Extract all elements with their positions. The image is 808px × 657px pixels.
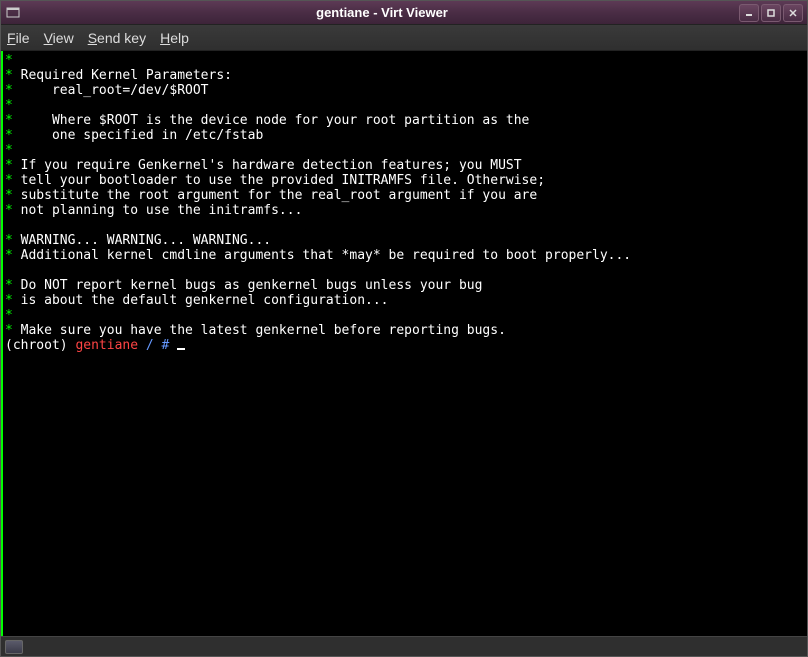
menu-help[interactable]: Help: [160, 30, 189, 46]
close-button[interactable]: [783, 4, 803, 22]
menubar: File View Send key Help: [1, 25, 807, 51]
menu-sendkey[interactable]: Send key: [88, 30, 146, 46]
maximize-button[interactable]: [761, 4, 781, 22]
terminal-output[interactable]: * * Required Kernel Parameters: * real_r…: [1, 51, 807, 636]
minimize-button[interactable]: [739, 4, 759, 22]
menu-view[interactable]: View: [44, 30, 74, 46]
window-title: gentiane - Virt Viewer: [25, 5, 739, 20]
statusbar-indicator: [5, 640, 23, 654]
window-controls: [739, 4, 803, 22]
statusbar: [1, 636, 807, 656]
virt-viewer-window: gentiane - Virt Viewer File View Send ke…: [0, 0, 808, 657]
menu-file[interactable]: File: [7, 30, 30, 46]
titlebar[interactable]: gentiane - Virt Viewer: [1, 1, 807, 25]
app-icon: [5, 5, 21, 21]
